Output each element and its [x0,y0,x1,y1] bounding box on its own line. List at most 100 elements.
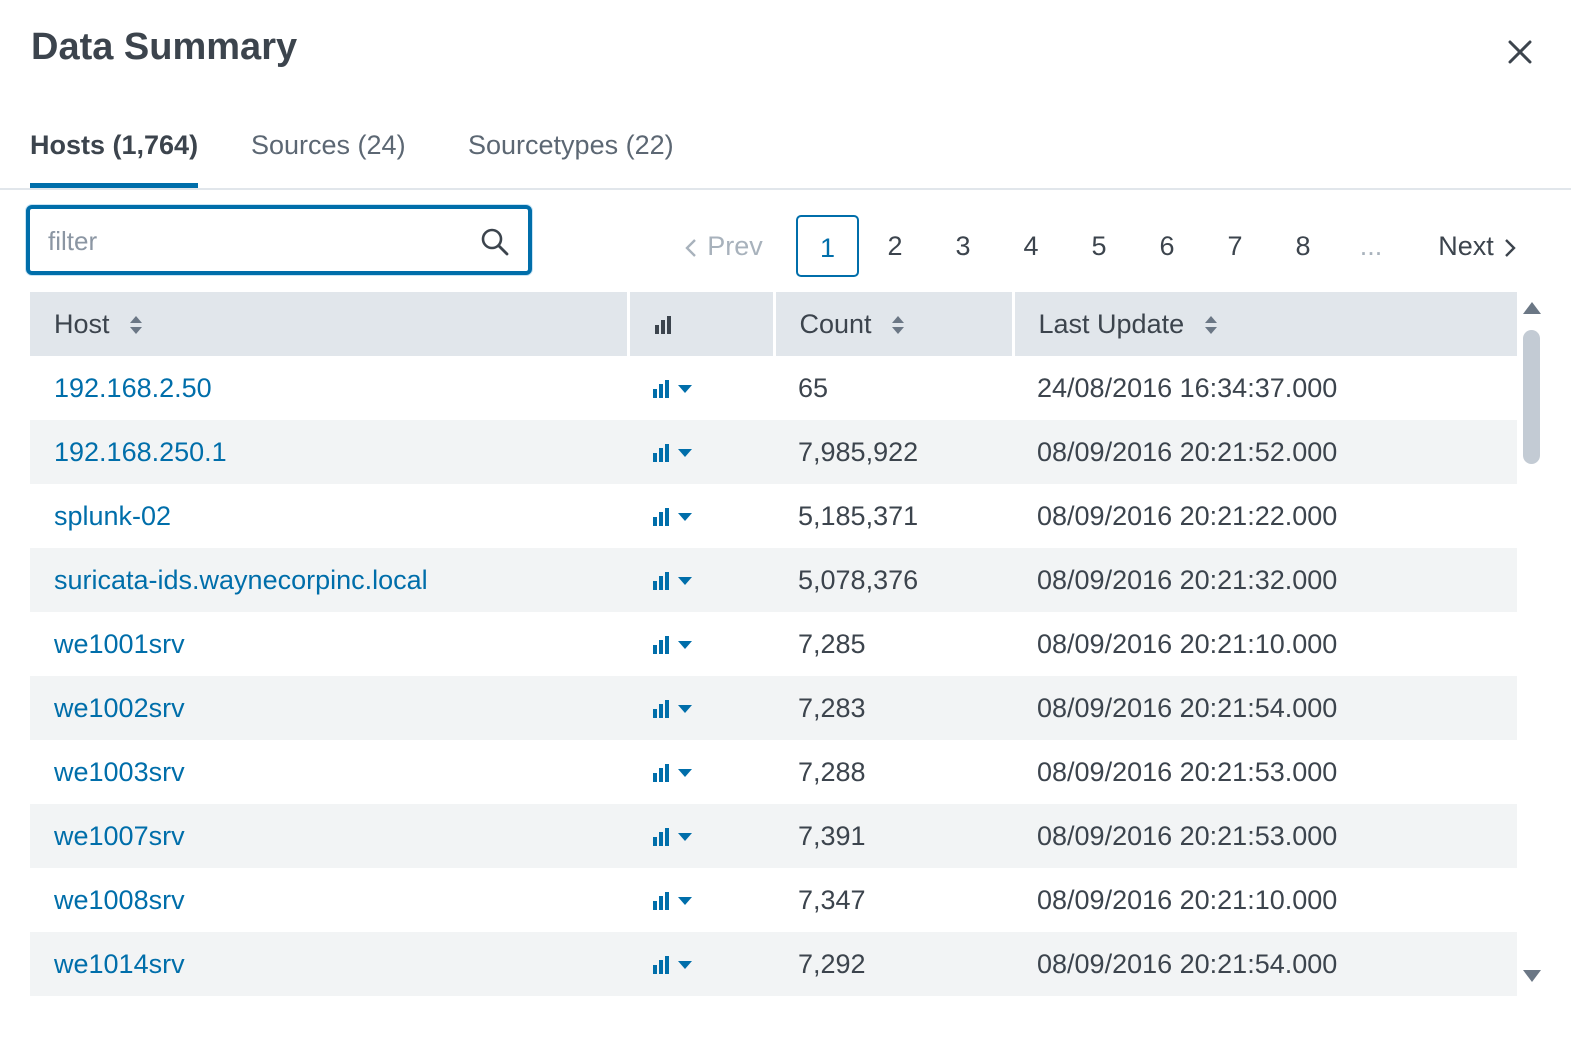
bar-chart-icon[interactable] [652,699,672,719]
last-update-cell: 08/09/2016 20:21:32.000 [1013,548,1517,612]
close-icon [1508,40,1532,64]
host-link[interactable]: suricata-ids.waynecorpinc.local [54,565,428,595]
last-update-cell: 08/09/2016 20:21:22.000 [1037,500,1338,531]
tab-sources[interactable]: Sources (24) [251,130,406,188]
host-link[interactable]: 192.168.250.1 [54,437,227,467]
sort-icon [130,316,143,335]
caret-down-icon[interactable] [678,832,692,842]
chevron-right-icon [1504,239,1516,257]
pagination: Prev 1 2 3 4 5 6 7 8 ... Next [0,215,1571,277]
tab-sourcetypes[interactable]: Sourcetypes (22) [468,130,674,188]
caret-down-icon[interactable] [678,704,692,714]
page-ellipsis: ... [1359,231,1383,261]
bar-chart-icon[interactable] [652,443,672,463]
caret-down-icon[interactable] [678,448,692,458]
host-cell: we1007srv [30,804,628,868]
column-header-host[interactable]: Host [30,292,630,356]
page-4[interactable]: 4 [1004,215,1058,277]
last-update-cell: 08/09/2016 20:21:52.000 [1013,420,1517,484]
table-row: we1003srv 7,288 08/09/2016 20:21:53.000 [30,740,1517,804]
tab-hosts[interactable]: Hosts (1,764) [30,130,199,188]
vertical-scrollbar[interactable] [1519,296,1545,990]
host-link[interactable]: splunk-02 [54,501,171,531]
count-cell: 5,185,371 [798,500,919,531]
bar-chart-icon[interactable] [652,571,672,591]
chevron-left-icon [685,239,697,257]
count-cell: 7,285 [798,628,866,659]
caret-down-icon[interactable] [678,640,692,650]
caret-down-icon[interactable] [678,768,692,778]
chart-cell[interactable] [628,868,774,932]
bar-chart-icon[interactable] [652,891,672,911]
chart-cell[interactable] [628,548,774,612]
chart-cell[interactable] [628,932,774,996]
bar-chart-icon[interactable] [652,379,672,399]
bar-chart-icon[interactable] [652,635,672,655]
scroll-down-arrow-icon[interactable] [1522,968,1542,984]
page-6[interactable]: 6 [1140,215,1194,277]
caret-down-icon[interactable] [678,960,692,970]
sort-icon [892,316,905,335]
table-row: we1008srv 7,347 08/09/2016 20:21:10.000 [30,868,1517,932]
column-header-label: Last Update [1038,308,1185,339]
sort-icon [1204,316,1217,335]
table-row: suricata-ids.waynecorpinc.local 5,078,37… [30,548,1517,612]
page-7[interactable]: 7 [1208,215,1262,277]
host-link[interactable]: we1002srv [54,693,185,723]
page-3[interactable]: 3 [936,215,990,277]
caret-down-icon[interactable] [678,896,692,906]
bar-chart-icon[interactable] [652,763,672,783]
column-header-label: Host [54,308,110,339]
next-label: Next [1438,231,1494,261]
bar-chart-icon[interactable] [652,827,672,847]
host-cell: splunk-02 [30,484,628,548]
last-update-cell: 24/08/2016 16:34:37.000 [1037,372,1338,403]
page-2[interactable]: 2 [868,215,922,277]
next-button[interactable]: Next [1430,215,1526,277]
column-header-chart [628,292,776,356]
chart-cell[interactable] [628,612,774,676]
host-link[interactable]: we1001srv [54,629,185,659]
chart-cell[interactable] [628,420,774,484]
host-link[interactable]: 192.168.2.50 [54,373,212,403]
page-5[interactable]: 5 [1072,215,1126,277]
bar-chart-icon[interactable] [652,955,672,975]
column-header-last-update[interactable]: Last Update [1013,292,1517,356]
close-button[interactable] [1500,32,1540,72]
host-cell: we1001srv [30,612,628,676]
count-cell: 7,347 [798,884,866,915]
column-header-count[interactable]: Count [774,292,1015,356]
count-cell: 65 [798,372,829,403]
host-link[interactable]: we1007srv [54,821,185,851]
host-link[interactable]: we1008srv [54,885,185,915]
count-cell: 5,078,376 [774,548,1013,612]
chart-cell[interactable] [628,740,774,804]
chart-cell[interactable] [628,676,774,740]
scrollbar-thumb[interactable] [1523,330,1540,464]
count-cell: 7,391 [774,804,1013,868]
table-header-row: Host Count Last Update [30,292,1517,356]
caret-down-icon[interactable] [678,576,692,586]
hosts-table: Host Count Last Update 192.168.2.50 65 2… [30,292,1517,996]
bar-chart-icon[interactable] [652,507,672,527]
host-link[interactable]: we1014srv [54,949,185,979]
host-cell: we1002srv [30,676,628,740]
host-cell: we1008srv [30,868,628,932]
host-link[interactable]: we1003srv [54,757,185,787]
scroll-up-arrow-icon[interactable] [1522,300,1542,316]
page-8[interactable]: 8 [1276,215,1330,277]
chart-cell[interactable] [628,356,774,420]
table-row: we1002srv 7,283 08/09/2016 20:21:54.000 [30,676,1517,740]
last-update-cell: 08/09/2016 20:21:10.000 [1037,628,1338,659]
host-cell: 192.168.2.50 [30,356,628,420]
caret-down-icon[interactable] [678,384,692,394]
chart-cell[interactable] [628,484,774,548]
chart-cell[interactable] [628,804,774,868]
dialog-title: Data Summary [31,26,298,68]
caret-down-icon[interactable] [678,512,692,522]
prev-button[interactable]: Prev [678,215,768,277]
page-1[interactable]: 1 [796,215,859,277]
last-update-cell: 08/09/2016 20:21:54.000 [1013,676,1517,740]
count-cell: 7,985,922 [774,420,1013,484]
last-update-cell: 08/09/2016 20:21:53.000 [1037,756,1338,787]
